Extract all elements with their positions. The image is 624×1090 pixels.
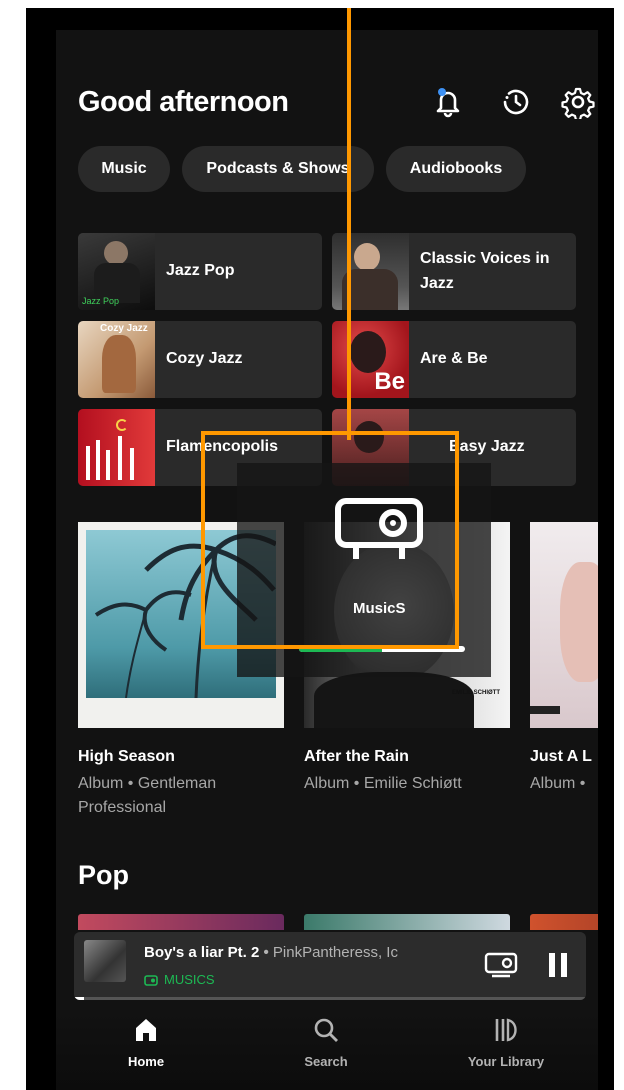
- annotation-pointer-line: [347, 8, 351, 440]
- section-title-pop: Pop: [78, 860, 129, 890]
- nav-search[interactable]: Search: [266, 1016, 386, 1069]
- library-icon: [495, 1018, 517, 1042]
- album-subtitle: Album •: [530, 775, 586, 792]
- pop-card-art[interactable]: [530, 914, 598, 930]
- album-subtitle: Album • Emilie Schiøtt: [304, 775, 462, 792]
- mini-player[interactable]: Boy's a liar Pt. 2 • PinkPantheress, Ic …: [74, 932, 586, 1000]
- gear-icon[interactable]: [560, 84, 596, 120]
- now-playing-art: [84, 940, 126, 982]
- album-title: After the Rain: [304, 748, 409, 765]
- pop-card-art[interactable]: [304, 914, 510, 930]
- album-art-caption: EMILIE SCHIØTT: [452, 690, 500, 696]
- bell-icon[interactable]: [430, 84, 466, 120]
- playback-progress-fill: [74, 997, 85, 1000]
- nav-home[interactable]: Home: [86, 1016, 206, 1069]
- nav-your-library[interactable]: Your Library: [446, 1016, 566, 1069]
- album-subtitle: Album • Gentleman Professional: [78, 775, 217, 816]
- recent-clock-icon[interactable]: [498, 84, 534, 120]
- album-title: High Season: [78, 748, 175, 765]
- shortcut-jazz-pop[interactable]: Jazz Pop Jazz Pop: [78, 233, 322, 310]
- shortcut-thumb: Cozy Jazz: [78, 321, 155, 398]
- filter-chip-audiobooks[interactable]: Audiobooks: [386, 146, 526, 192]
- pop-card-art[interactable]: [78, 914, 284, 930]
- playback-progress[interactable]: [74, 997, 586, 1000]
- shortcut-label: Jazz Pop: [166, 262, 235, 280]
- album-card-just-a-l[interactable]: Just A L Album •: [530, 522, 598, 796]
- annotation-highlight-box: [201, 431, 459, 649]
- shortcut-are-and-be[interactable]: Be Are & Be: [332, 321, 576, 398]
- track-title: Boy's a liar Pt. 2: [144, 944, 260, 961]
- shortcut-classic-voices[interactable]: Classic Voices in Jazz: [332, 233, 576, 310]
- connected-device: MUSICS: [144, 972, 215, 987]
- shortcut-label: Classic Voices in Jazz: [420, 249, 550, 292]
- shortcut-thumb: [332, 233, 409, 310]
- album-art: [530, 522, 598, 728]
- search-icon: [314, 1018, 338, 1042]
- bottom-nav: Home Search Your Library: [56, 1010, 598, 1090]
- shortcut-thumb: Be: [332, 321, 409, 398]
- filter-chip-podcasts[interactable]: Podcasts & Shows: [182, 146, 374, 192]
- nav-label: Home: [127, 1054, 165, 1069]
- shortcut-cozy-jazz[interactable]: Cozy Jazz Cozy Jazz: [78, 321, 322, 398]
- shortcut-thumb: [78, 409, 155, 486]
- filter-chip-music[interactable]: Music: [78, 146, 170, 192]
- thumb-caption: Cozy Jazz: [100, 323, 148, 334]
- shortcut-label: Cozy Jazz: [166, 350, 243, 368]
- shortcut-thumb: Jazz Pop: [78, 233, 155, 310]
- pause-button[interactable]: [546, 952, 570, 983]
- speaker-small-icon: [144, 974, 158, 986]
- thumb-caption: Be: [374, 368, 405, 395]
- album-title: Just A L: [530, 748, 592, 765]
- track-artist: PinkPantheress, Ic: [272, 944, 398, 961]
- thumb-caption: Jazz Pop: [82, 296, 120, 306]
- page-title: Good afternoon: [78, 86, 289, 118]
- home-icon: [136, 1019, 156, 1041]
- device-name: MUSICS: [164, 972, 215, 987]
- shortcut-label: Are & Be: [420, 350, 488, 368]
- nav-label: Your Library: [467, 1054, 545, 1069]
- nav-label: Search: [304, 1054, 348, 1069]
- connect-device-icon[interactable]: [484, 950, 518, 983]
- now-playing-title: Boy's a liar Pt. 2 • PinkPantheress, Ic: [144, 944, 398, 961]
